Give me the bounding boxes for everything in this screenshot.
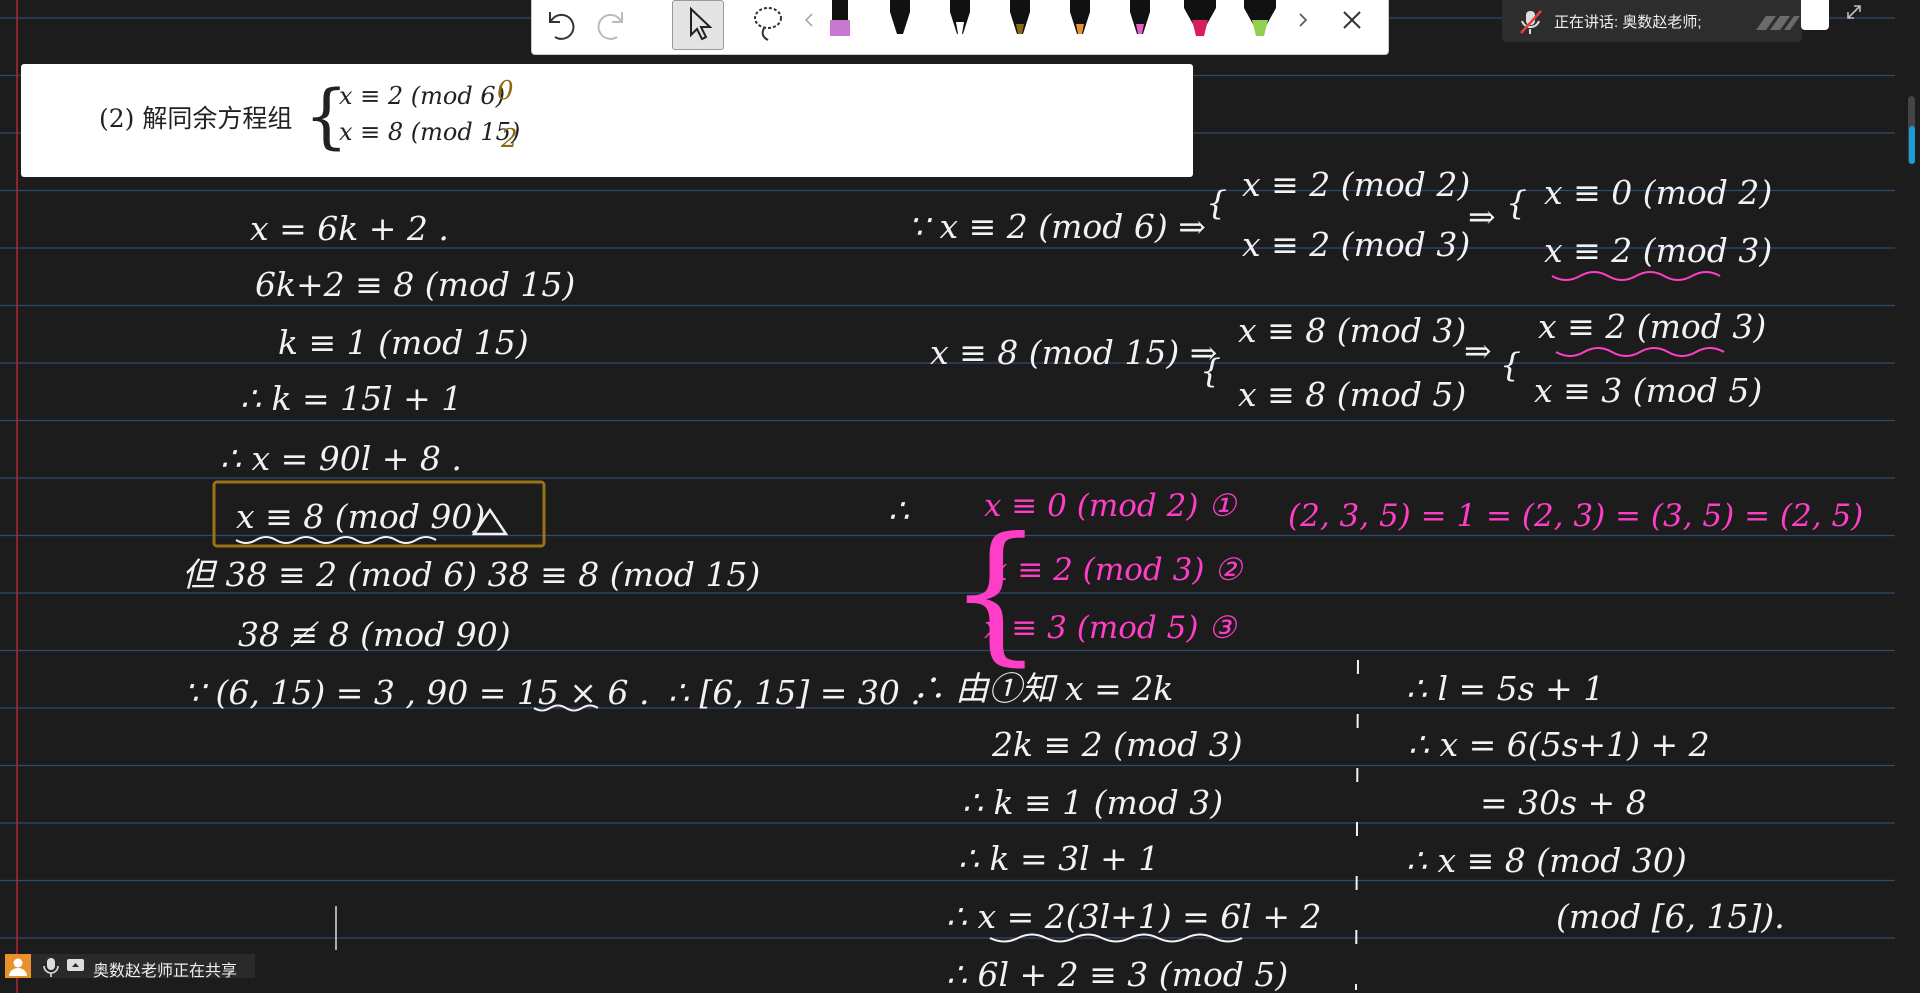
redo-icon [597,12,623,40]
note-r1: ∵ x ≡ 2 (mod 6) ⇒ [908,207,1206,246]
note-r2c: ⇒ [1464,331,1492,370]
note-r1e: x ≡ 2 (mod 3) [1544,231,1772,270]
note-pink-gcd: (2, 3, 5) = 1 = (2, 3) = (3, 5) = (2, 5) [1288,498,1863,534]
black-pen-icon [890,0,910,34]
note-far-1: ∴ l = 5s + 1 [1406,669,1604,708]
note-r1c: ⇒ [1468,197,1496,236]
chevron-left-icon [804,13,813,27]
white-pen-icon [950,0,970,34]
user-icon [5,954,31,978]
speaking-text: 正在讲话: 奥数赵老师; [1554,14,1702,31]
note-far-3: = 30s + 8 [1480,783,1647,822]
note-left-1: x = 6k + 2 . [250,209,449,248]
note-far-4: ∴ x ≡ 8 (mod 30) [1406,841,1687,880]
mic-icon[interactable] [41,954,61,978]
lasso-icon [754,7,782,41]
window-control[interactable] [1801,0,1829,30]
note-left-6: x ≡ 8 (mod 90) [236,497,485,536]
select-button[interactable] [672,0,724,50]
note-r2b: x ≡ 8 (mod 5) [1238,375,1466,414]
note-pink-3: x ≡ 3 (mod 5) ③ [984,610,1238,646]
screen-share-icon[interactable] [65,954,87,978]
note-far-2: ∴ x = 6(5s+1) + 2 [1408,725,1710,764]
note-r2: x ≡ 8 (mod 15) ⇒ [930,333,1217,372]
close-toolbar-button[interactable] [1328,0,1376,50]
note-left-4: ∴ k = 15l + 1 [240,379,462,418]
pink-brace: { [948,506,1043,680]
orange-pen-button[interactable] [1060,0,1100,50]
note-therefore: ∴ [888,491,909,530]
next-tools-button[interactable] [1292,0,1314,50]
brown-pen-icon [1010,0,1030,34]
red-highlighter-button[interactable] [1178,0,1222,50]
note-mid-3: ∴ k ≡ 1 (mod 3) [962,783,1223,822]
note-mid-5: ∴ x = 2(3l+1) = 6l + 2 [946,897,1321,936]
chevron-right-icon [1299,13,1308,27]
pink-pen-button[interactable] [1120,0,1160,50]
note-mid-2: 2k ≡ 2 (mod 3) [991,725,1243,764]
note-left-7: 但 38 ≡ 2 (mod 6) 38 ≡ 8 (mod 15) [182,555,760,594]
note-pink-2: x ≡ 2 (mod 3) ② [990,552,1244,588]
brace-r1: { [1206,183,1227,222]
pink-pen-icon [1130,0,1150,34]
prev-tools-button[interactable] [798,0,820,50]
muted-mic-icon [1520,10,1542,34]
note-r2d: x ≡ 2 (mod 3) [1538,307,1766,346]
expand-icon[interactable] [1842,0,1872,30]
note-r1a: x ≡ 2 (mod 2) [1242,165,1470,204]
share-status-bar: 奥数赵老师正在共享 [5,954,255,980]
share-status-text: 奥数赵老师正在共享 [93,963,238,980]
brace-r2b: { [1500,345,1521,384]
note-mid-4: ∴ k = 3l + 1 [958,839,1159,878]
note-r1d: x ≡ 0 (mod 2) [1544,173,1772,212]
note-left-5: ∴ x = 90l + 8 . [220,439,462,478]
wavy-underline [235,536,437,544]
note-left-3: k ≡ 1 (mod 15) [278,323,529,362]
brace-r2: { [1200,351,1221,390]
speaking-indicator: 正在讲话: 奥数赵老师; [1502,0,1802,42]
note-far-5: (mod [6, 15]). [1556,897,1785,936]
black-pen-button[interactable] [880,0,920,50]
undo-icon [549,12,575,40]
pen-toolbar [531,0,1389,55]
pink-underline-1 [1551,271,1721,281]
close-icon [1343,11,1361,29]
note-r2e: x ≡ 3 (mod 5) [1534,371,1762,410]
orange-pen-icon [1070,0,1090,34]
redo-button[interactable] [590,0,638,50]
purple-marker-icon [830,0,850,36]
note-r1b: x ≡ 2 (mod 3) [1242,225,1470,264]
lasso-button[interactable] [744,0,792,50]
green-highlighter-button[interactable] [1238,0,1282,50]
note-r2a: x ≡ 8 (mod 3) [1238,311,1466,350]
brown-pen-button[interactable] [1000,0,1040,50]
note-pink-1: x ≡ 0 (mod 2) ① [984,488,1238,524]
handwriting-layer: x = 6k + 2 . 6k+2 ≡ 8 (mod 15) k ≡ 1 (mo… [182,165,1863,993]
green-highlighter-icon [1244,0,1276,36]
white-pen-button[interactable] [940,0,980,50]
brace-r1b: { [1506,183,1527,222]
purple-marker-button[interactable] [820,0,860,50]
pink-underline-2 [1555,347,1725,357]
note-left-2: 6k+2 ≡ 8 (mod 15) [255,265,575,304]
divider [1355,659,1359,991]
select-icon [690,6,713,41]
red-highlighter-icon [1184,0,1216,36]
note-left-10: ∴ [6, 15] = 30 . [668,673,921,712]
audio-level-icon [1756,16,1800,30]
undo-button[interactable] [534,0,582,50]
note-left-9: ∵ (6, 15) = 3 , 90 = 15 × 6 . [184,673,650,712]
note-mid-1: ∴ 由①知 x = 2k [912,669,1173,708]
scrollbar-accent [1909,126,1915,164]
note-left-8: 38 ≢ 8 (mod 90) [238,615,511,654]
note-mid-6: ∴ 6l + 2 ≡ 3 (mod 5) [946,955,1288,993]
